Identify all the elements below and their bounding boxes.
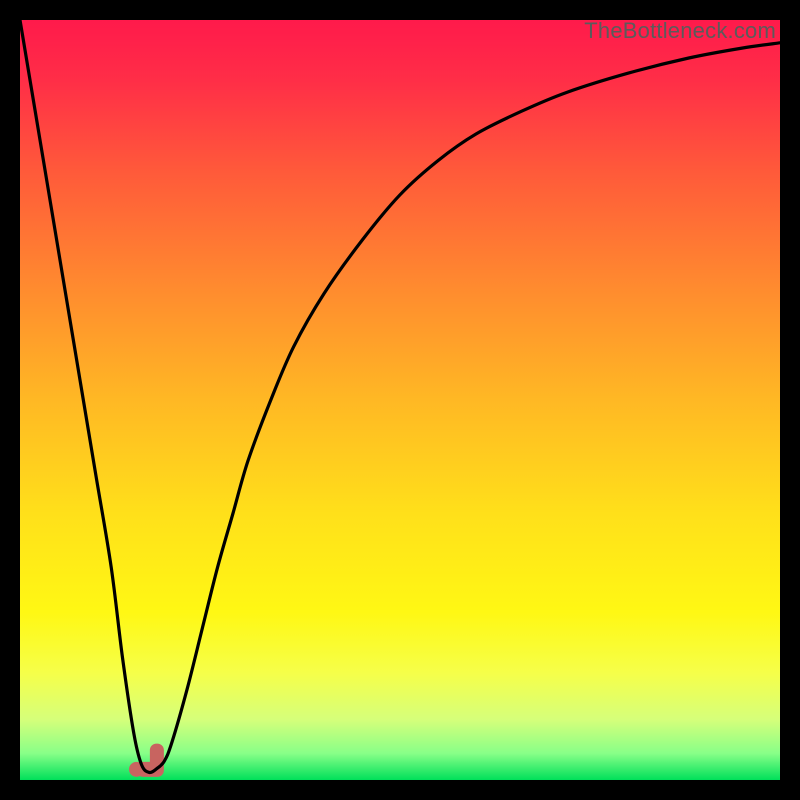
watermark-text: TheBottleneck.com [584, 18, 776, 44]
chart-frame: TheBottleneck.com [20, 20, 780, 780]
gradient-background [20, 20, 780, 780]
bottleneck-chart [20, 20, 780, 780]
